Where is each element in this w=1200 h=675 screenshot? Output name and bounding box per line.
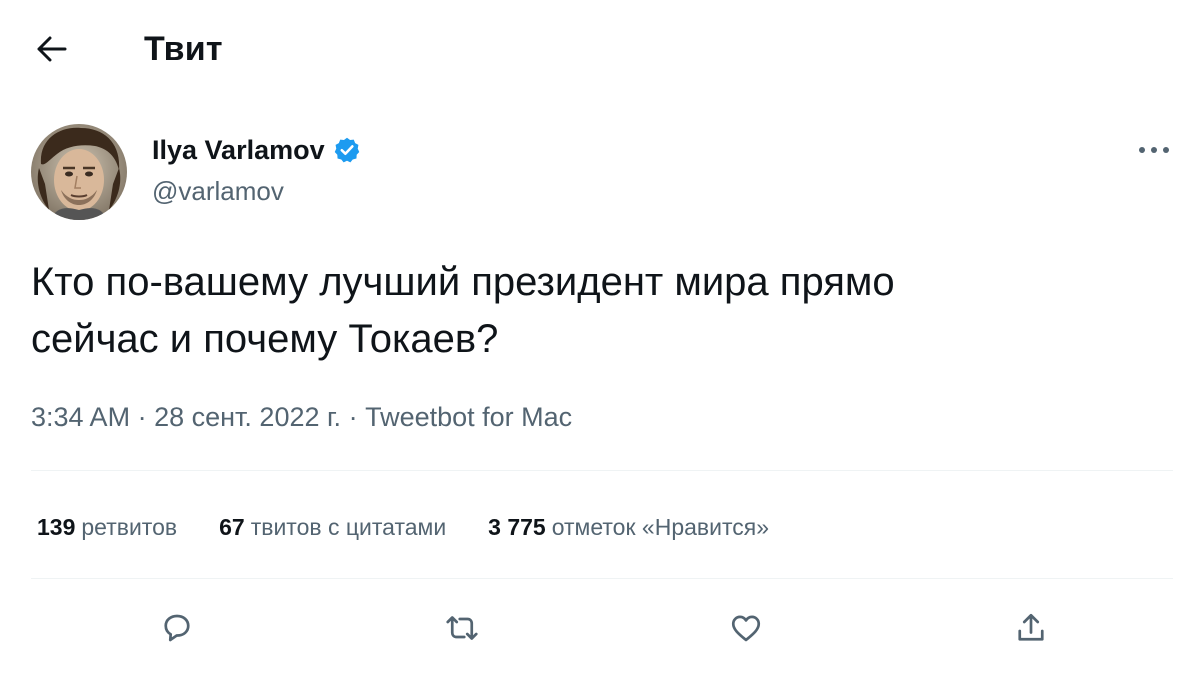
tweet-text: Кто по-вашему лучший президент мира прям… — [31, 260, 895, 361]
likes-count: 3 775 — [488, 513, 546, 540]
author-display-name[interactable]: Ilya Varlamov — [152, 132, 361, 168]
avatar[interactable] — [31, 124, 127, 220]
tweet-time-link[interactable]: 3:34 AM · 28 сент. 2022 г. — [31, 402, 341, 432]
arrow-left-icon — [37, 36, 67, 62]
retweets-count: 139 — [37, 513, 76, 540]
verified-badge-icon — [333, 136, 361, 164]
reply-button[interactable] — [152, 603, 202, 653]
likes-label: отметок «Нравится» — [551, 513, 769, 540]
tweet-meta: 3:34 AM · 28 сент. 2022 г. · Tweetbot fo… — [31, 397, 572, 437]
retweets-stat[interactable]: 139 ретвитов — [37, 514, 177, 541]
share-button[interactable] — [1006, 603, 1056, 653]
heart-icon — [731, 615, 761, 642]
more-dots-icon — [1139, 147, 1169, 153]
top-bar: Твит — [0, 0, 1200, 96]
divider — [31, 470, 1173, 471]
reply-icon — [164, 614, 190, 642]
meta-separator: · — [348, 402, 358, 432]
author-name-text: Ilya Varlamov — [152, 135, 325, 165]
like-button[interactable] — [721, 603, 771, 653]
quotes-label: твитов с цитатами — [250, 513, 447, 540]
retweet-button[interactable] — [437, 603, 487, 653]
quotes-stat[interactable]: 67 твитов с цитатами — [219, 514, 446, 541]
more-button[interactable] — [1132, 130, 1176, 170]
retweet-icon — [446, 616, 478, 640]
likes-stat[interactable]: 3 775 отметок «Нравится» — [488, 514, 769, 541]
share-icon — [1018, 613, 1044, 641]
page-title: Твит — [144, 30, 223, 68]
quotes-count: 67 — [219, 513, 245, 540]
author-handle[interactable]: @varlamov — [152, 174, 284, 208]
tweet-stats: 139 ретвитов 67 твитов с цитатами 3 775 отм… — [37, 505, 811, 549]
back-button[interactable] — [30, 27, 74, 71]
tweet-source-link[interactable]: Tweetbot for Mac — [365, 402, 572, 432]
retweets-label: ретвитов — [81, 513, 178, 540]
divider — [31, 578, 1173, 579]
